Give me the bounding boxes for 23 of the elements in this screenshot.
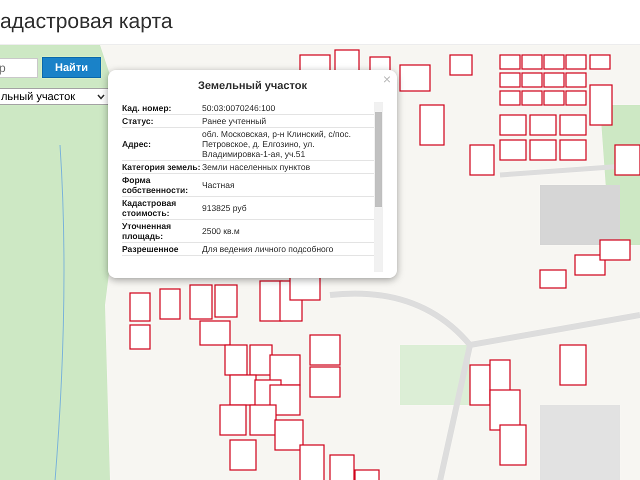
type-select[interactable]: льный участок — [0, 88, 110, 105]
field-value: Частная — [202, 180, 236, 190]
field-label: Кад. номер: — [122, 103, 172, 113]
field-label: Категория земель: — [122, 162, 202, 172]
popup-title: Земельный участок — [197, 80, 308, 92]
field-label: Форма собственности: — [122, 175, 190, 195]
field-value: обл. Московская, р-н Клинский, с/пос. Петровское, д. Елгозино, ул. Владимировка-1-ая, уч.51 — [202, 129, 352, 159]
scrollbar[interactable] — [374, 102, 383, 272]
field-value: Для ведения личного подсобного — [202, 244, 334, 254]
page-title: адастровая карта — [0, 10, 173, 34]
field-label: Уточненная площадь: — [122, 221, 172, 241]
field-label: Статус: — [122, 116, 154, 126]
field-value: Земли населенных пунктов — [202, 162, 312, 172]
search-button[interactable]: Найти — [42, 57, 101, 78]
field-label: Кадастровая стоимость: — [122, 198, 178, 218]
field-value: 2500 кв.м — [202, 226, 241, 236]
field-value: 50:03:0070246:100 — [202, 103, 276, 113]
field-value: Ранее учтенный — [202, 116, 268, 126]
caret-icon — [97, 94, 105, 100]
field-value: 913825 руб — [202, 203, 248, 213]
search-field[interactable]: р — [0, 58, 38, 78]
field-label: Разрешенное — [122, 244, 180, 254]
field-label: Адрес: — [122, 139, 152, 149]
